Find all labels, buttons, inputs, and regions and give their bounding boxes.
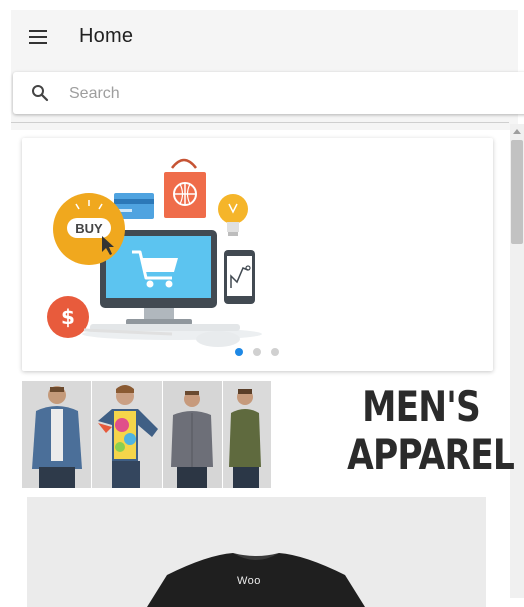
shopping-illustration: BUY $ bbox=[47, 158, 262, 347]
buy-badge-icon: BUY bbox=[53, 193, 125, 265]
scroll-up-arrow[interactable] bbox=[510, 126, 524, 136]
carousel-indicators bbox=[235, 348, 279, 356]
menu-button[interactable] bbox=[25, 24, 51, 50]
model-photo-1 bbox=[22, 381, 91, 488]
scrollbar[interactable] bbox=[510, 124, 524, 598]
dollar-sign-text: $ bbox=[61, 305, 75, 329]
category-title-line-2: APPAREL bbox=[347, 430, 515, 479]
tshirt-print-text: Woo bbox=[237, 575, 261, 587]
model-photo-4 bbox=[223, 381, 271, 488]
carousel-dot-2[interactable] bbox=[253, 348, 261, 356]
search-icon bbox=[32, 85, 49, 102]
model-photo-3 bbox=[163, 381, 222, 488]
tshirt-image bbox=[147, 553, 365, 607]
smartphone-icon bbox=[224, 250, 255, 304]
banner-carousel[interactable]: BUY $ bbox=[22, 138, 493, 371]
chevron-up-icon bbox=[513, 128, 521, 134]
search-bar[interactable] bbox=[13, 72, 524, 114]
category-title: MEN'S APPAREL bbox=[347, 382, 515, 479]
hamburger-menu-icon bbox=[29, 30, 47, 44]
carousel-dot-1[interactable] bbox=[235, 348, 243, 356]
shopping-bag-icon bbox=[164, 158, 206, 218]
carousel-dot-3[interactable] bbox=[271, 348, 279, 356]
page-title: Home bbox=[79, 25, 134, 47]
category-title-line-1: MEN'S bbox=[362, 382, 481, 431]
buy-badge-text: BUY bbox=[75, 221, 103, 236]
model-photo-2 bbox=[92, 381, 162, 488]
header-divider bbox=[11, 122, 509, 123]
product-card[interactable]: Woo bbox=[27, 497, 486, 607]
search-input[interactable] bbox=[67, 78, 521, 110]
mens-apparel-banner[interactable]: MEN'S APPAREL bbox=[22, 381, 515, 488]
light-bulb-icon bbox=[218, 194, 248, 236]
scroll-thumb[interactable] bbox=[511, 140, 523, 244]
